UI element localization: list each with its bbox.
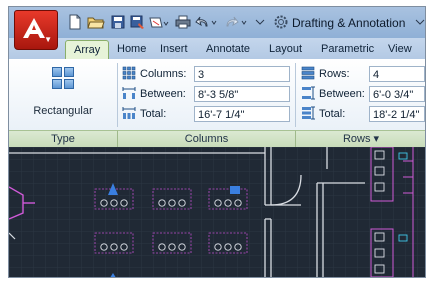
type-panel-title: Type xyxy=(9,130,118,147)
tab-array[interactable]: Array xyxy=(65,40,110,60)
tab-parametric[interactable]: Parametric xyxy=(321,40,374,59)
application-window: Drafting & Annotation ▼ Array Home Inser… xyxy=(8,6,426,278)
rows-count-field[interactable]: 4 xyxy=(369,66,425,82)
rows-between-field[interactable]: 6'-0 3/4" xyxy=(369,86,425,102)
row-spacing-icon xyxy=(301,86,315,103)
columns-count-field[interactable]: 3 xyxy=(194,66,290,82)
rows-total-label: Total: xyxy=(319,108,346,120)
tab-insert[interactable]: Insert xyxy=(160,40,188,59)
panel-divider xyxy=(117,63,118,127)
tab-home[interactable]: Home xyxy=(117,40,146,59)
tab-annotate[interactable]: Annotate xyxy=(206,40,250,59)
new-icon[interactable] xyxy=(67,14,83,30)
redo-icon[interactable] xyxy=(224,14,250,30)
rows-between-row: Between: xyxy=(301,85,365,103)
column-total-icon xyxy=(122,106,136,123)
plot-icon[interactable] xyxy=(148,14,170,30)
save-icon[interactable] xyxy=(110,14,126,30)
columns-total-label: Total: xyxy=(140,108,167,120)
workspace-dropdown[interactable]: Drafting & Annotation xyxy=(273,14,405,32)
tab-layout[interactable]: Layout xyxy=(269,40,302,59)
columns-between-field[interactable]: 8'-3 5/8" xyxy=(194,86,290,102)
panel-divider xyxy=(295,63,296,127)
workspace-dropdown-arrow-icon[interactable] xyxy=(414,14,425,30)
columns-between-row: Between: xyxy=(122,85,186,103)
tab-view[interactable]: View xyxy=(388,40,412,59)
app-menu-arrow-icon: ▼ xyxy=(44,35,52,44)
columns-total-row: Total: xyxy=(122,105,166,123)
rectangular-array-button[interactable]: Rectangular xyxy=(9,63,93,125)
rows-total-field[interactable]: 18'-2 1/4" xyxy=(369,106,425,122)
workspace-label: Drafting & Annotation xyxy=(292,16,406,30)
open-icon[interactable] xyxy=(87,14,105,30)
columns-icon xyxy=(122,66,136,83)
ribbon-tabs: Array Home Insert Annotate Layout Parame… xyxy=(9,38,425,60)
columns-count-row: Columns: xyxy=(122,65,186,83)
rows-between-label: Between: xyxy=(319,88,365,100)
column-spacing-icon xyxy=(122,86,136,103)
columns-between-label: Between: xyxy=(140,88,186,100)
title-bar: Drafting & Annotation xyxy=(9,7,425,38)
undo-icon[interactable] xyxy=(195,14,221,30)
gear-icon xyxy=(273,14,289,33)
dropdown-icon[interactable] xyxy=(252,14,268,30)
print-icon[interactable] xyxy=(175,14,191,30)
row-total-icon xyxy=(301,106,315,123)
rectangular-label: Rectangular xyxy=(33,105,93,117)
rows-icon xyxy=(301,66,315,83)
columns-panel-title: Columns xyxy=(118,130,296,147)
rows-total-row: Total: xyxy=(301,105,345,123)
rows-label: Rows: xyxy=(319,68,350,80)
columns-label: Columns: xyxy=(140,68,187,80)
drawing-canvas[interactable] xyxy=(9,147,425,277)
rectangular-array-icon xyxy=(52,67,74,89)
autocad-logo-icon[interactable]: ▼ xyxy=(14,10,58,50)
rows-panel-title[interactable]: Rows ▾ xyxy=(296,130,425,147)
rows-count-row: Rows: xyxy=(301,65,350,83)
floor-plan-drawing xyxy=(9,147,425,277)
save-as-icon[interactable] xyxy=(130,14,146,30)
columns-total-field[interactable]: 16'-7 1/4" xyxy=(194,106,290,122)
